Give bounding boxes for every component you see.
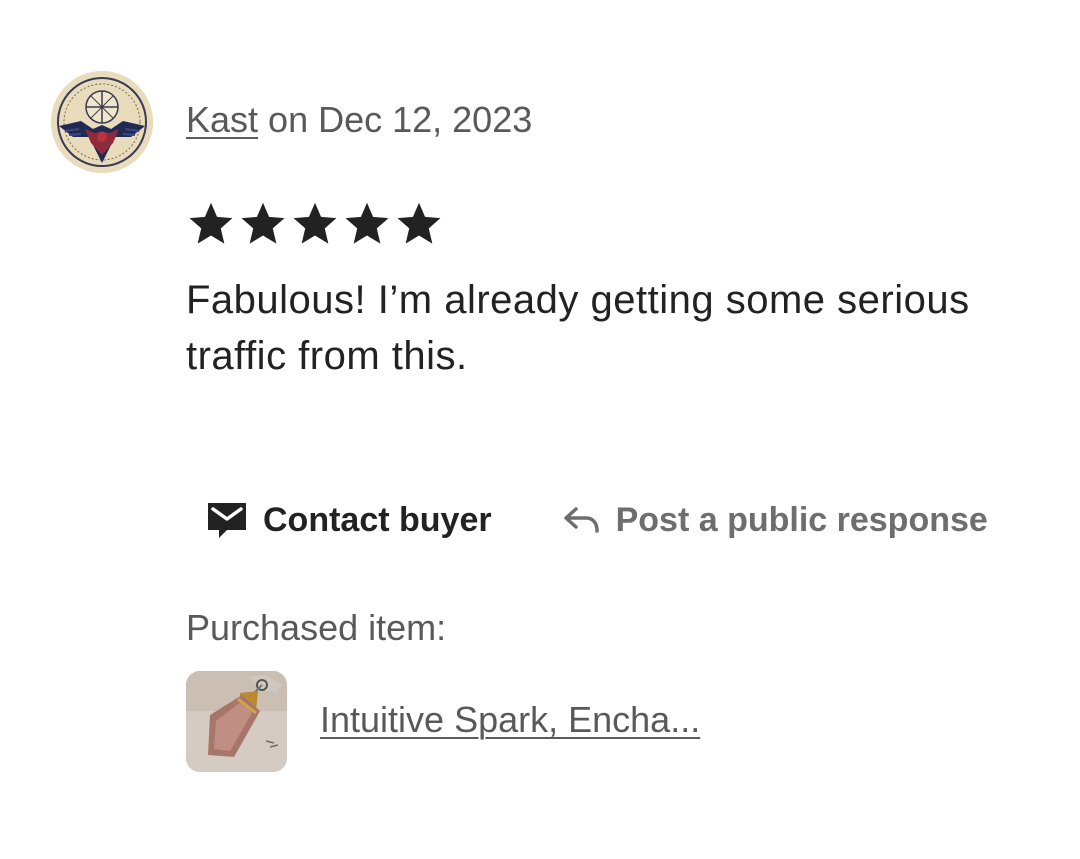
star-icon	[186, 198, 236, 250]
star-rating	[186, 198, 444, 250]
review-date: on Dec 12, 2023	[258, 99, 533, 140]
contact-buyer-label: Contact buyer	[263, 500, 492, 539]
star-icon	[238, 198, 288, 250]
reviewer-avatar[interactable]	[51, 71, 153, 173]
avatar-image	[51, 71, 153, 173]
review-actions: Contact buyer Post a public response	[205, 492, 988, 548]
star-icon	[342, 198, 392, 250]
envelope-icon	[205, 500, 249, 540]
post-public-response-label: Post a public response	[615, 500, 988, 539]
purchased-item-label: Purchased item:	[186, 607, 447, 648]
purchased-item-thumbnail[interactable]	[186, 671, 287, 772]
star-icon	[394, 198, 444, 250]
purchased-item-link[interactable]: Intuitive Spark, Encha...	[320, 698, 700, 742]
contact-buyer-button[interactable]: Contact buyer	[205, 500, 492, 540]
reviewer-name-link[interactable]: Kast	[186, 99, 258, 140]
post-public-response-button[interactable]: Post a public response	[562, 501, 988, 540]
review-text: Fabulous! I’m already getting some serio…	[186, 278, 970, 378]
reply-arrow-icon	[562, 503, 602, 537]
star-icon	[290, 198, 340, 250]
review-byline: Kast on Dec 12, 2023	[186, 98, 532, 142]
review-card: Kast on Dec 12, 2023 Fabulous! I’m alrea…	[0, 0, 1080, 859]
